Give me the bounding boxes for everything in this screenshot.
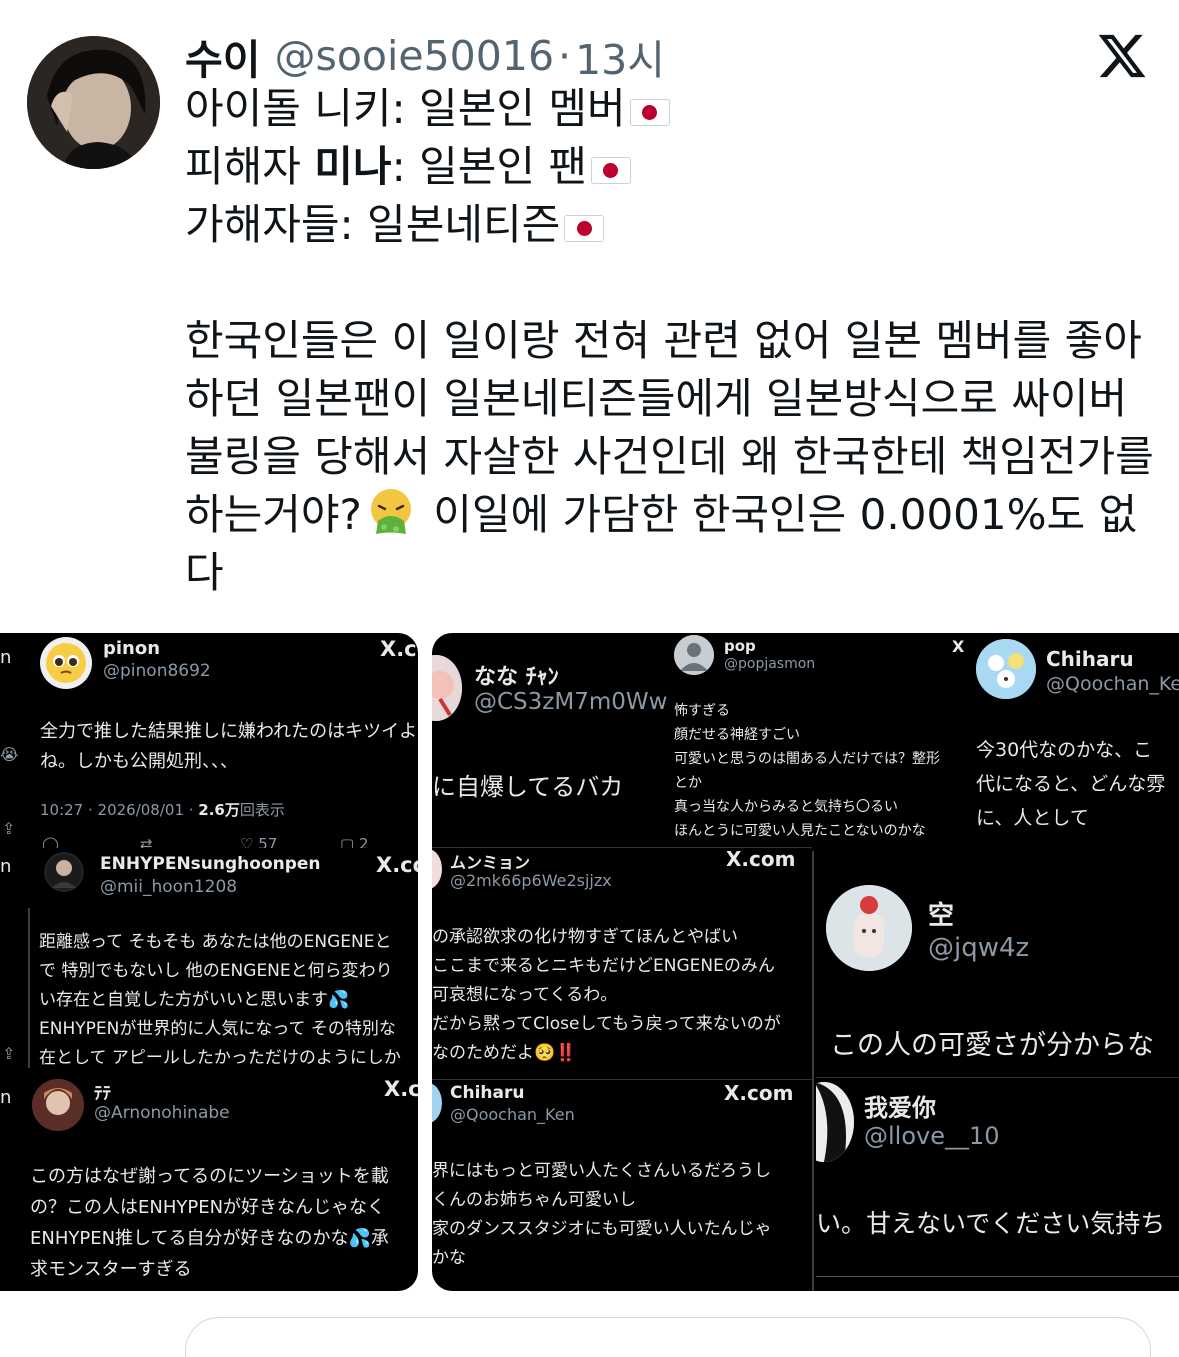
japan-flag-icon: [590, 157, 631, 184]
user-handle[interactable]: @sooie50016: [274, 32, 554, 80]
author-name: ﾃﾃ: [94, 1084, 111, 1104]
media-image-left[interactable]: n pinon @pinon8692 X.c 全力で推した結果推しに嫌われたのは…: [0, 633, 418, 1291]
author-handle: @Qoochan_Ken: [450, 1105, 575, 1124]
post-text: の承認欲求の化け物すぎてほんとやばい ここまで来るとニキもだけどENGENEのみ…: [432, 927, 781, 1063]
tweet-header: 수이 @sooie50016 · 13시: [185, 28, 665, 84]
author-name: pinon: [103, 638, 161, 659]
bookmark-count: ▢ 2: [340, 835, 369, 848]
tweet-paragraph: 한국인들은 이 일이랑 전혀 관련 없어 일본 멤버를 좋아하던 일본팬이 일본…: [185, 312, 1160, 602]
post-text: 今30代なのかな、こ 代になると、どんな雰 に、人として: [976, 739, 1166, 829]
author-handle: @Arnonohinabe: [94, 1103, 230, 1123]
author-name: なな ﾁｬﾝ: [474, 665, 559, 690]
emoji-fragment: 😭: [0, 745, 19, 764]
retweet-icon: ⇄: [140, 835, 153, 848]
author-handle: @jqw4z: [928, 933, 1030, 963]
tweet-line-1: 아이돌 니키: 일본인 멤버: [185, 84, 626, 133]
x-logo-icon[interactable]: [1096, 30, 1148, 82]
tweet-line-2-bold: 미나: [314, 142, 392, 191]
author-name: Chiharu: [450, 1083, 525, 1103]
avatar: [674, 635, 714, 675]
avatar: [826, 885, 912, 971]
avatar: [976, 639, 1036, 699]
japan-flag-icon: [564, 215, 605, 242]
post-text: この方はなぜ謝ってるのにツーショットを載 の？この人はENHYPENが好きなんじ…: [30, 1166, 389, 1280]
avatar: [32, 1079, 84, 1131]
author-name: Chiharu: [1046, 647, 1134, 671]
screenshot-pop: pop @popjasmon X 怖すぎる 顔だせる神経すごい 可愛いと思うのは…: [668, 633, 968, 847]
avatar: [432, 1083, 442, 1123]
screenshot-arnonohinabe: n ﾃﾃ @Arnonohinabe X.c この方はなぜ謝ってるのにツーショッ…: [0, 1073, 418, 1291]
post-text: 全力で推した結果推しに嫌われたのはキツイよ ね。しかも公開処刑、、、: [40, 721, 418, 772]
reply-icon: ◯: [42, 835, 59, 848]
post-time[interactable]: 13시: [575, 26, 665, 86]
author-name: pop: [724, 637, 756, 655]
media-image-right[interactable]: なな ﾁｬﾝ @CS3zM7m0Ww に自爆してるバカ pop @popjasm…: [432, 633, 1179, 1291]
screenshot-woaini: 我爱你 @llove__10 い。甘えないでください気持ち: [816, 1077, 1179, 1291]
vomiting-face-icon: [366, 487, 416, 537]
author-handle: @mii_hoon1208: [100, 877, 238, 897]
post-text: に自爆してるバカ: [432, 773, 624, 801]
tweet-line-2b: : 일본인 팬: [391, 142, 587, 191]
post-meta: 10:27 · 2026/08/01 · 2.6万回表示: [40, 801, 285, 819]
japan-flag-icon: [629, 99, 670, 126]
site-label: X.com: [726, 847, 796, 871]
screenshot-chiharu-bottom: Chiharu @Qoochan_Ken X.com 界にはもっと可愛い人たくさ…: [432, 1079, 812, 1291]
tweet-text: 아이돌 니키: 일본인 멤버 피해자 미나: 일본인 팬 가해자들: 일본네티즌…: [185, 80, 1160, 602]
post-text: 界にはもっと可愛い人たくさんいるだろうし くんのお姉ちゃん可愛いし 家のダンスス…: [432, 1161, 772, 1268]
share-icon: ⇪: [2, 819, 16, 838]
screenshot-nana: なな ﾁｬﾝ @CS3zM7m0Ww に自爆してるバカ: [432, 633, 672, 843]
site-label: X.com: [724, 1081, 794, 1105]
screenshot-munmyon: ムンミョン @2mk66p6We2sjjzx X.com の承認欲求の化け物すぎ…: [432, 847, 812, 1079]
post-text: 距離感って そもそも あなたは他のENGENEと で 特別でもないし 他のENG…: [39, 932, 401, 1068]
author-name: 我爱你: [864, 1094, 936, 1122]
post-text: 怖すぎる 顔だせる神経すごい 可愛いと思うのは闇ある人だけでは？整形 とか 真っ…: [674, 703, 940, 839]
profile-avatar[interactable]: [27, 36, 160, 169]
author-handle: @popjasmon: [724, 656, 816, 672]
site-label: X.c: [380, 637, 417, 661]
site-label: X: [952, 637, 965, 656]
author-handle: @2mk66p6We2sjjzx: [450, 871, 612, 890]
avatar: [40, 637, 92, 689]
quote-card[interactable]: [185, 1317, 1151, 1357]
screenshot-sora: 空 @jqw4z この人の可愛さが分からな: [816, 847, 1179, 1077]
avatar: [44, 852, 84, 892]
author-handle: @llove__10: [864, 1122, 1000, 1150]
avatar: [432, 655, 462, 721]
like-count: ♡ 57: [240, 835, 278, 848]
site-label: X.co: [376, 853, 418, 877]
site-label: X.c: [384, 1077, 418, 1101]
author-name: ムンミョン: [450, 853, 531, 872]
separator-dot: ·: [558, 32, 572, 80]
avatar: [816, 1082, 854, 1162]
screenshot-chiharu-top: Chiharu @Qoochan_Ke 今30代なのかな、こ 代になると、どんな…: [968, 633, 1179, 847]
screenshot-pinon: n pinon @pinon8692 X.c 全力で推した結果推しに嫌われたのは…: [0, 633, 418, 848]
post-text: この人の可愛さが分からな: [830, 1030, 1154, 1061]
tweet-line-3: 가해자들: 일본네티즌: [185, 200, 561, 249]
author-name: 空: [928, 901, 955, 931]
author-handle: @Qoochan_Ke: [1046, 673, 1179, 695]
author-name: ENHYPENsunghoonpen: [100, 854, 321, 874]
avatar: [432, 849, 442, 889]
screenshot-sunghoonpen: n ENHYPENsunghoonpen @mii_hoon1208 X.co …: [0, 848, 418, 1073]
share-icon: ⇪: [2, 1044, 16, 1063]
display-name[interactable]: 수이: [185, 26, 260, 86]
tweet-line-2a: 피해자: [185, 142, 315, 191]
author-handle: @CS3zM7m0Ww: [474, 689, 668, 715]
author-handle: @pinon8692: [103, 661, 211, 681]
post-text: い。甘えないでください気持ち: [816, 1209, 1166, 1238]
